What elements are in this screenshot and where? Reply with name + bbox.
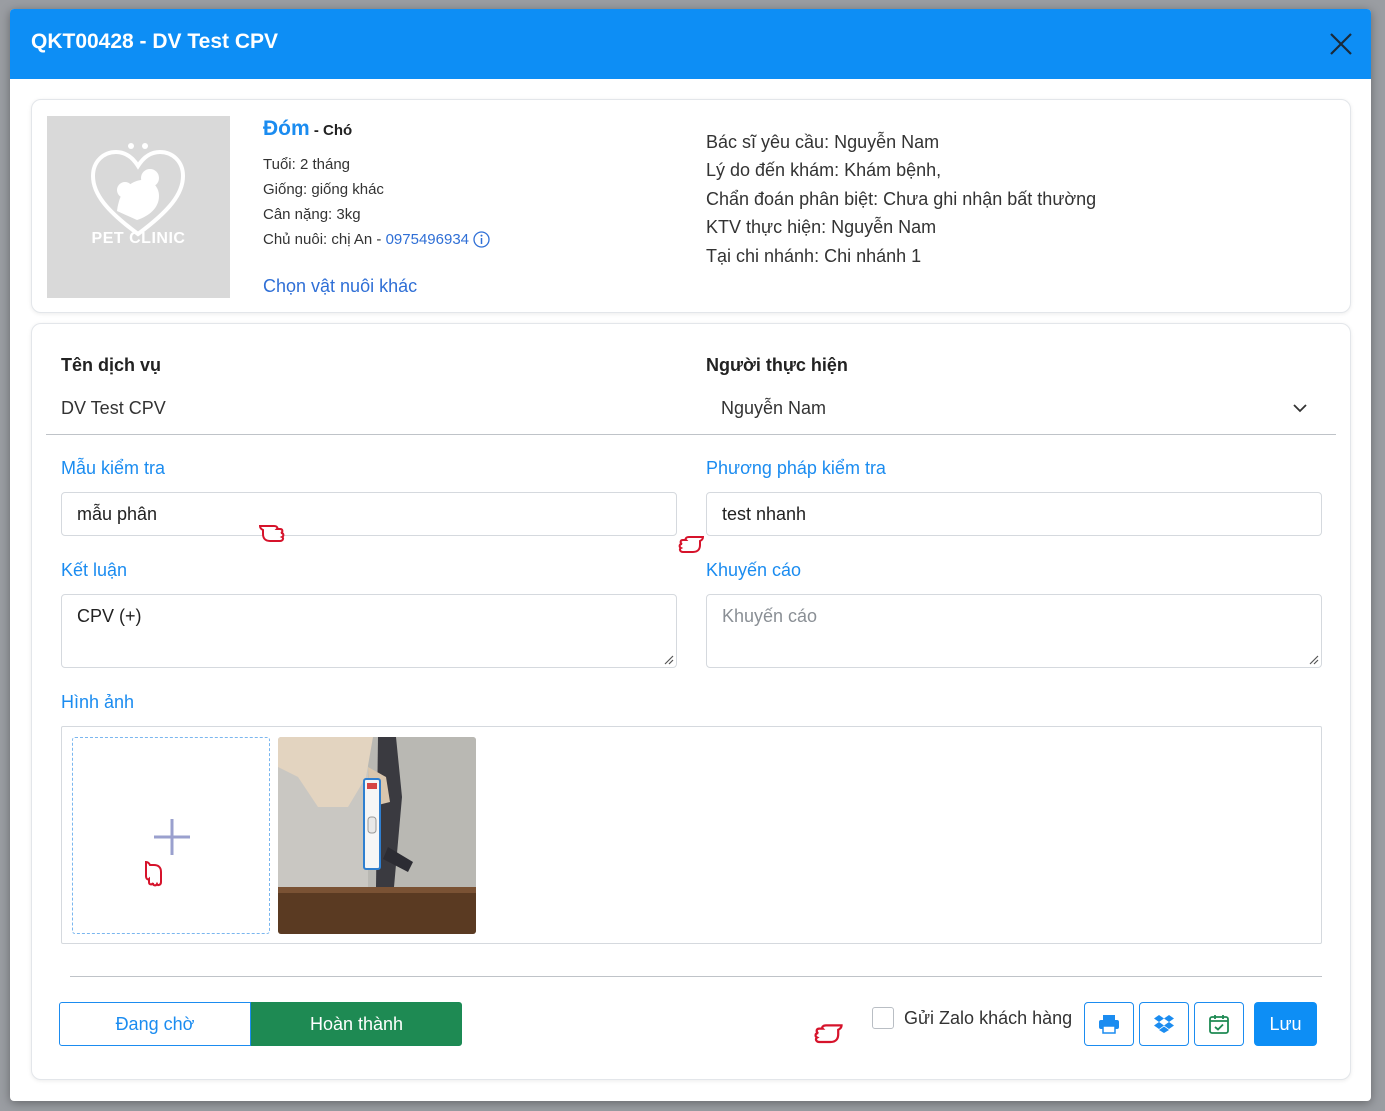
status-done-button[interactable]: Hoàn thành bbox=[251, 1002, 462, 1046]
advice-textarea[interactable]: Khuyến cáo bbox=[706, 594, 1322, 668]
modal-header: QKT00428 - DV Test CPV bbox=[10, 9, 1371, 79]
visit-diagnosis: Chẩn đoán phân biệt: Chưa ghi nhận bất t… bbox=[706, 189, 1097, 209]
service-name-label: Tên dịch vụ bbox=[61, 355, 162, 375]
pointing-hand-icon bbox=[678, 536, 705, 553]
info-icon[interactable] bbox=[473, 231, 490, 248]
status-toggle: Đang chờ Hoàn thành bbox=[59, 1002, 462, 1046]
visit-technician: KTV thực hiện: Nguyễn Nam bbox=[706, 217, 937, 237]
pointing-hand-icon bbox=[145, 860, 162, 887]
zalo-checkbox-box[interactable] bbox=[872, 1007, 894, 1029]
pet-name-line: Đóm - Chó bbox=[263, 117, 352, 141]
footer-divider bbox=[70, 976, 1322, 977]
pet-species: - Chó bbox=[309, 122, 353, 139]
pet-weight: Cân nặng: 3kg bbox=[263, 206, 361, 223]
pointing-hand-icon bbox=[814, 1024, 843, 1044]
pet-name: Đóm bbox=[263, 117, 310, 140]
print-icon bbox=[1099, 1015, 1119, 1034]
pointing-hand-icon bbox=[258, 525, 285, 542]
sample-input[interactable]: mẫu phân bbox=[61, 492, 677, 536]
resize-grip-icon[interactable] bbox=[1309, 655, 1319, 665]
pet-breed: Giống: giống khác bbox=[263, 181, 384, 198]
send-zalo-checkbox[interactable]: Gửi Zalo khách hàng bbox=[872, 1007, 1072, 1029]
pet-owner: Chủ nuôi: chị An - 0975496934 bbox=[263, 231, 490, 248]
advice-placeholder: Khuyến cáo bbox=[722, 606, 818, 626]
conclusion-label: Kết luận bbox=[61, 560, 128, 580]
conclusion-textarea[interactable]: CPV (+) bbox=[61, 594, 677, 668]
visit-branch: Tại chi nhánh: Chi nhánh 1 bbox=[706, 246, 922, 266]
visit-reason: Lý do đến khám: Khám bệnh, bbox=[706, 160, 942, 180]
close-icon bbox=[1330, 33, 1352, 55]
owner-phone[interactable]: 0975496934 bbox=[386, 231, 469, 248]
pet-info-card: PET CLINIC Đóm - Chó Tuổi: 2 tháng Giống… bbox=[31, 99, 1351, 313]
method-label: Phương pháp kiểm tra bbox=[706, 458, 886, 478]
dropbox-icon bbox=[1154, 1015, 1174, 1033]
test-kit-photo bbox=[278, 737, 476, 934]
print-button[interactable] bbox=[1084, 1002, 1134, 1046]
zalo-label: Gửi Zalo khách hàng bbox=[904, 1007, 1073, 1028]
owner-name: Chủ nuôi: chị An - bbox=[263, 231, 386, 248]
pet-clinic-logo-text: PET CLINIC bbox=[91, 230, 186, 247]
dropbox-button[interactable] bbox=[1139, 1002, 1189, 1046]
image-thumbnail[interactable] bbox=[278, 737, 476, 934]
performer-label: Người thực hiện bbox=[706, 355, 848, 375]
status-pending-button[interactable]: Đang chờ bbox=[59, 1002, 251, 1046]
advice-label: Khuyến cáo bbox=[706, 560, 802, 580]
save-button[interactable]: Lưu bbox=[1254, 1002, 1317, 1046]
conclusion-value: CPV (+) bbox=[77, 606, 142, 626]
performer-value: Nguyễn Nam bbox=[721, 398, 827, 418]
upload-image-button[interactable] bbox=[72, 737, 270, 934]
image-gallery bbox=[61, 726, 1322, 944]
sample-value: mẫu phân bbox=[77, 504, 158, 524]
pet-age: Tuổi: 2 tháng bbox=[263, 156, 351, 173]
close-button[interactable] bbox=[1325, 28, 1357, 60]
service-name-value: DV Test CPV bbox=[61, 398, 166, 418]
pet-clinic-logo bbox=[90, 143, 186, 237]
resize-grip-icon[interactable] bbox=[664, 655, 674, 665]
images-label: Hình ảnh bbox=[61, 692, 135, 712]
calendar-button[interactable] bbox=[1194, 1002, 1244, 1046]
calendar-icon bbox=[1209, 1015, 1229, 1034]
sample-label: Mẫu kiểm tra bbox=[61, 458, 166, 478]
service-result-modal: QKT00428 - DV Test CPV PET CLINIC Đóm - … bbox=[10, 9, 1371, 1101]
plus-icon bbox=[154, 819, 190, 855]
modal-title: QKT00428 - DV Test CPV bbox=[31, 30, 279, 53]
choose-other-pet-link[interactable]: Chọn vật nuôi khác bbox=[263, 276, 417, 297]
section-divider bbox=[46, 434, 1336, 435]
method-value: test nhanh bbox=[722, 504, 807, 524]
service-form-card: Tên dịch vụ DV Test CPV Người thực hiện … bbox=[31, 323, 1351, 1080]
method-input[interactable]: test nhanh bbox=[706, 492, 1322, 536]
visit-doctor: Bác sĩ yêu cầu: Nguyễn Nam bbox=[706, 132, 940, 152]
pet-photo: PET CLINIC bbox=[47, 116, 230, 298]
chevron-down-icon bbox=[1293, 404, 1307, 413]
performer-select[interactable]: Nguyễn Nam bbox=[706, 386, 1322, 430]
